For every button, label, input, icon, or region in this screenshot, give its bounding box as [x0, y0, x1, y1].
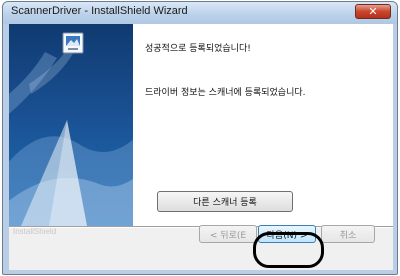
- next-button-highlight: [253, 232, 324, 268]
- content-panel: 성공적으로 등록되었습니다! 드라이버 정보는 스캐너에 등록되었습니다. 다른…: [133, 24, 393, 226]
- installer-computer-icon: [62, 32, 84, 54]
- banner-art: [9, 46, 133, 226]
- close-button[interactable]: ✕: [355, 4, 391, 19]
- title-bar[interactable]: ScannerDriver - InstallShield Wizard ✕: [3, 2, 397, 24]
- installer-window: ScannerDriver - InstallShield Wizard ✕ 성…: [2, 1, 398, 275]
- side-banner: [9, 24, 133, 226]
- success-message: 성공적으로 등록되었습니다!: [145, 44, 251, 54]
- register-other-scanner-button[interactable]: 다른 스캐너 등록: [157, 191, 293, 212]
- window-title: ScannerDriver - InstallShield Wizard: [11, 5, 188, 17]
- cancel-button[interactable]: 취소: [321, 225, 375, 243]
- close-icon: ✕: [368, 5, 378, 18]
- back-button[interactable]: < 뒤로(E: [199, 225, 257, 243]
- info-message: 드라이버 정보는 스캐너에 등록되었습니다.: [145, 88, 306, 98]
- installshield-brand: InstallShield: [13, 227, 57, 236]
